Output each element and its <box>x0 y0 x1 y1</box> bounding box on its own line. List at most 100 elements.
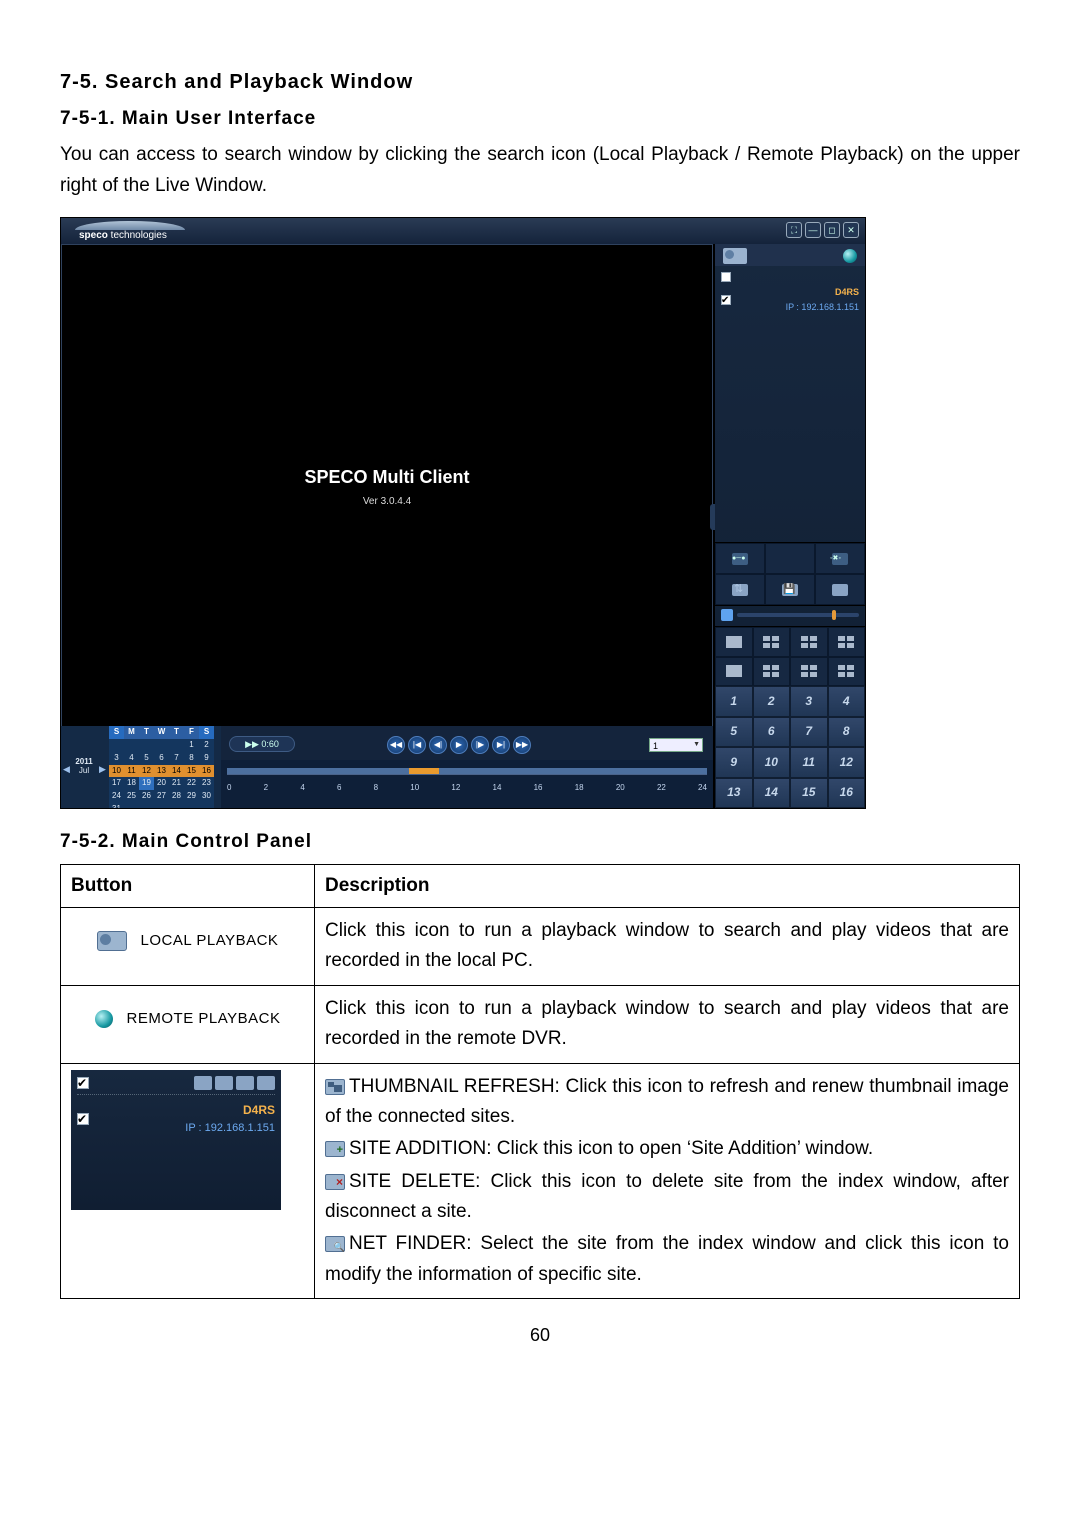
section-7-5-2: 7-5-2. Main Control Panel <box>60 827 1020 857</box>
speed-indicator: ▶▶ 0:60 <box>229 736 295 752</box>
rewind-fast-button[interactable]: ◀◀ <box>387 736 405 754</box>
local-playback-desc: Click this icon to run a playback window… <box>325 916 1009 977</box>
site-addition-icon <box>325 1141 345 1157</box>
speed-select[interactable]: 1 <box>649 738 703 752</box>
timeline[interactable]: 024681012141618202224 <box>221 760 713 808</box>
channel-3-button[interactable]: 3 <box>790 686 828 717</box>
remote-playback-desc: Click this icon to run a playback window… <box>325 994 1009 1055</box>
calendar-prev-icon[interactable]: ◀ <box>63 762 70 776</box>
forward-fast-button[interactable]: ▶▶ <box>513 736 531 754</box>
minimize-button[interactable]: — <box>805 222 821 238</box>
channel-11-button[interactable]: 11 <box>790 747 828 778</box>
calendar-grid[interactable]: SMTWTFS123456789101112131415161718192021… <box>109 726 214 809</box>
layout-1-button[interactable] <box>715 627 753 657</box>
col-header-description: Description <box>315 864 1020 907</box>
maximize-button[interactable]: ◻ <box>824 222 840 238</box>
site-delete-desc: SITE DELETE: Click this icon to delete s… <box>325 1167 1009 1228</box>
save-icon[interactable] <box>765 574 815 605</box>
channel-10-button[interactable]: 10 <box>753 747 791 778</box>
video-placeholder-version: Ver 3.0.4.4 <box>363 494 411 510</box>
disconnect-icon[interactable] <box>815 543 865 574</box>
calendar-widget[interactable]: ◀ 2011Jul ▶ SMTWTFS123456789101112131415… <box>61 726 221 808</box>
site-ip-label: IP : 192.168.1.151 <box>95 1120 275 1138</box>
layout-4-button[interactable] <box>753 627 791 657</box>
volume-control[interactable] <box>715 606 865 624</box>
channel-7-button[interactable]: 7 <box>790 717 828 748</box>
page-number: 60 <box>60 1321 1020 1350</box>
window-titlebar: speco technologies ⛶ — ◻ ✕ <box>61 218 865 244</box>
site-addition-desc: SITE ADDITION: Click this icon to open ‘… <box>325 1134 1009 1164</box>
thumbnail-refresh-icon <box>325 1079 345 1095</box>
site-tree: D4RS IP : 192.168.1.151 <box>715 266 865 323</box>
site-addition-icon[interactable] <box>215 1076 233 1090</box>
site-root-checkbox[interactable] <box>77 1077 89 1089</box>
site-name-label: D4RS <box>835 287 859 297</box>
brand-text: speco technologies <box>79 228 167 244</box>
close-button[interactable]: ✕ <box>843 222 859 238</box>
thumbnail-refresh-desc: THUMBNAIL REFRESH: Click this icon to re… <box>325 1072 1009 1133</box>
layout-grid-buttons <box>715 626 865 686</box>
step-back-button[interactable]: ◀| <box>429 736 447 754</box>
channel-13-button[interactable]: 13 <box>715 778 753 809</box>
site-delete-icon <box>325 1174 345 1190</box>
playback-window-screenshot: speco technologies ⛶ — ◻ ✕ SPECO Multi C… <box>60 217 866 809</box>
col-header-button: Button <box>61 864 315 907</box>
fullscreen-button[interactable]: ⛶ <box>786 222 802 238</box>
layout-1p12-button[interactable] <box>790 657 828 687</box>
channel-1-button[interactable]: 1 <box>715 686 753 717</box>
site-name-label: D4RS <box>95 1101 275 1120</box>
calendar-next-icon[interactable]: ▶ <box>99 762 106 776</box>
calendar-year-month: 2011Jul <box>71 758 97 776</box>
channel-9-button[interactable]: 9 <box>715 747 753 778</box>
site-root-checkbox[interactable] <box>721 272 731 282</box>
local-playback-label: LOCAL PLAYBACK <box>141 929 279 953</box>
local-playback-icon <box>97 931 127 951</box>
remote-playback-label: REMOTE PLAYBACK <box>127 1007 281 1031</box>
skip-start-button[interactable]: |◀ <box>408 736 426 754</box>
transport-controls: ◀◀ |◀ ◀| ▶ |▶ ▶| ▶▶ <box>387 736 531 754</box>
site-index-panel: D4RS IP : 192.168.1.151 <box>71 1070 281 1210</box>
site-checkbox[interactable] <box>721 295 731 305</box>
channel-4-button[interactable]: 4 <box>828 686 866 717</box>
net-finder-desc: NET FINDER: Select the site from the ind… <box>325 1229 1009 1290</box>
video-placeholder-title: SPECO Multi Client <box>304 463 469 492</box>
play-button[interactable]: ▶ <box>450 736 468 754</box>
playback-right-pane: D4RS IP : 192.168.1.151 1234 56 <box>713 244 865 808</box>
playback-mode-tabs <box>715 244 865 266</box>
skip-end-button[interactable]: ▶| <box>492 736 510 754</box>
channel-5-button[interactable]: 5 <box>715 717 753 748</box>
control-panel-table: Button Description LOCAL PLAYBACK Click … <box>60 864 1020 1300</box>
speaker-icon[interactable] <box>721 609 733 621</box>
thumbnail-refresh-icon[interactable] <box>194 1076 212 1090</box>
layout-seq-button[interactable] <box>828 657 866 687</box>
connect-icon[interactable] <box>715 543 765 574</box>
net-finder-icon <box>325 1236 345 1252</box>
remote-playback-icon[interactable] <box>843 249 857 263</box>
playback-control-bar: ◀ 2011Jul ▶ SMTWTFS123456789101112131415… <box>61 726 713 808</box>
step-fwd-button[interactable]: |▶ <box>471 736 489 754</box>
section-7-5: 7-5. Search and Playback Window <box>60 66 1020 98</box>
channel-8-button[interactable]: 8 <box>828 717 866 748</box>
volume-slider[interactable] <box>737 613 859 617</box>
pane-collapse-handle[interactable] <box>710 504 715 530</box>
section-7-5-1: 7-5-1. Main User Interface <box>60 104 1020 134</box>
local-playback-icon[interactable] <box>723 248 747 264</box>
sort-icon[interactable] <box>715 574 765 605</box>
net-finder-icon[interactable] <box>257 1076 275 1090</box>
channel-2-button[interactable]: 2 <box>753 686 791 717</box>
layout-9-button[interactable] <box>790 627 828 657</box>
layout-16-button[interactable] <box>828 627 866 657</box>
channel-number-grid: 12345678910111213141516 <box>715 686 865 808</box>
site-delete-icon[interactable] <box>236 1076 254 1090</box>
channel-14-button[interactable]: 14 <box>753 778 791 809</box>
channel-15-button[interactable]: 15 <box>790 778 828 809</box>
layout-1p5-button[interactable] <box>715 657 753 687</box>
site-checkbox[interactable] <box>77 1113 89 1125</box>
section-7-5-1-intro: You can access to search window by click… <box>60 140 1020 201</box>
layout-1p7-button[interactable] <box>753 657 791 687</box>
channel-12-button[interactable]: 12 <box>828 747 866 778</box>
options-icon[interactable] <box>815 574 865 605</box>
remote-playback-icon <box>95 1010 113 1028</box>
channel-16-button[interactable]: 16 <box>828 778 866 809</box>
channel-6-button[interactable]: 6 <box>753 717 791 748</box>
